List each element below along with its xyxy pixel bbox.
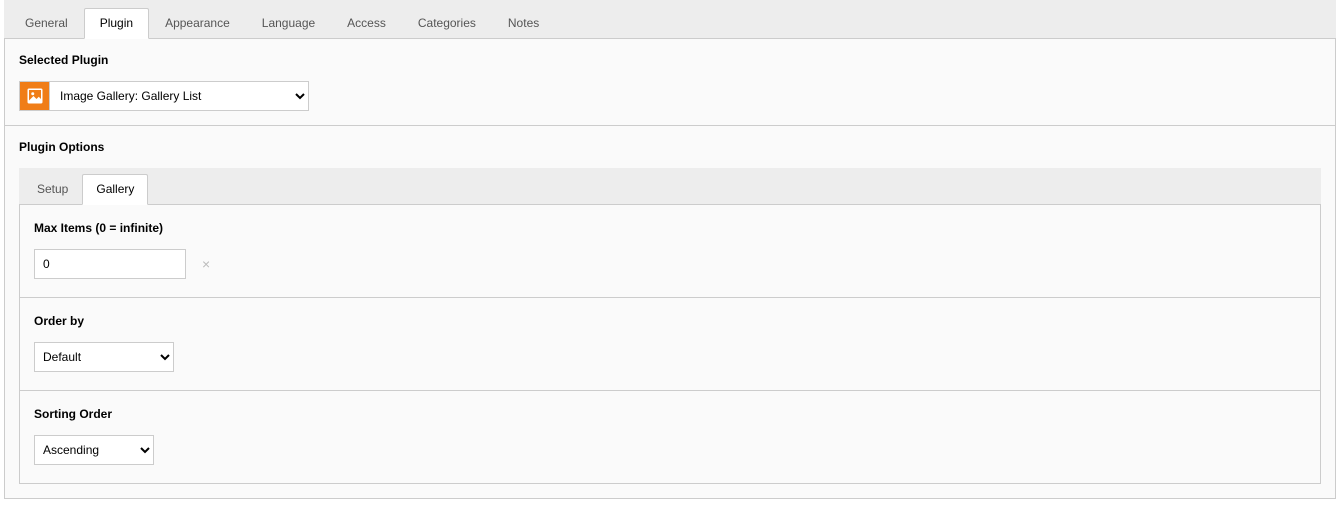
tab-categories[interactable]: Categories xyxy=(402,8,492,38)
plugin-panel: Selected Plugin Image Gallery: Gallery L… xyxy=(4,38,1336,499)
order-by-select[interactable]: Default xyxy=(34,342,174,372)
close-icon[interactable]: × xyxy=(200,256,212,272)
max-items-input-wrap: × xyxy=(34,249,186,279)
image-gallery-icon xyxy=(19,81,49,111)
order-by-field: Order by Default xyxy=(20,298,1320,391)
selected-plugin-select[interactable]: Image Gallery: Gallery List xyxy=(49,81,309,111)
tab-label: Notes xyxy=(508,16,539,30)
selected-plugin-title: Selected Plugin xyxy=(19,53,1321,67)
max-items-input[interactable] xyxy=(41,256,200,272)
top-tabs: General Plugin Appearance Language Acces… xyxy=(4,0,1336,38)
order-by-label: Order by xyxy=(34,314,1306,328)
tab-plugin[interactable]: Plugin xyxy=(84,8,149,39)
tab-label: Plugin xyxy=(100,16,133,30)
sorting-order-field: Sorting Order Ascending xyxy=(20,391,1320,483)
tab-setup[interactable]: Setup xyxy=(23,174,82,204)
tab-notes[interactable]: Notes xyxy=(492,8,555,38)
tab-language[interactable]: Language xyxy=(246,8,331,38)
tab-label: Categories xyxy=(418,16,476,30)
max-items-field: Max Items (0 = infinite) × xyxy=(20,205,1320,298)
plugin-options-section: Plugin Options Setup Gallery Max Items (… xyxy=(5,140,1335,498)
plugin-settings-form: General Plugin Appearance Language Acces… xyxy=(0,0,1340,503)
sorting-order-label: Sorting Order xyxy=(34,407,1306,421)
tab-gallery[interactable]: Gallery xyxy=(82,174,148,205)
plugin-options-title: Plugin Options xyxy=(19,140,1321,154)
sorting-order-select[interactable]: Ascending xyxy=(34,435,154,465)
tab-general[interactable]: General xyxy=(9,8,84,38)
tab-label: General xyxy=(25,16,68,30)
selected-plugin-row: Image Gallery: Gallery List xyxy=(19,81,1321,111)
tab-access[interactable]: Access xyxy=(331,8,402,38)
tab-label: Setup xyxy=(37,182,68,196)
selected-plugin-section: Selected Plugin Image Gallery: Gallery L… xyxy=(5,39,1335,126)
max-items-label: Max Items (0 = infinite) xyxy=(34,221,1306,235)
tab-label: Gallery xyxy=(96,182,134,196)
gallery-panel: Max Items (0 = infinite) × Order by Defa… xyxy=(19,205,1321,484)
plugin-options-tabs: Setup Gallery xyxy=(19,168,1321,205)
tab-label: Appearance xyxy=(165,16,230,30)
tab-appearance[interactable]: Appearance xyxy=(149,8,246,38)
tab-label: Language xyxy=(262,16,315,30)
tab-label: Access xyxy=(347,16,386,30)
